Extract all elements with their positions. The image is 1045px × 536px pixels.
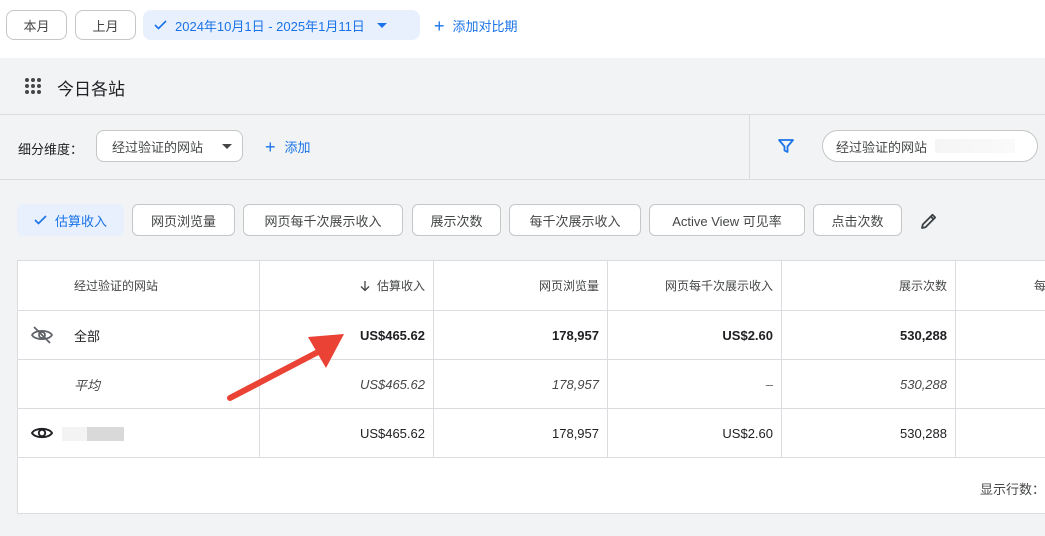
header-page-views[interactable]: 网页浏览量	[434, 261, 608, 310]
add-breakdown-button[interactable]: + 添加	[265, 137, 311, 156]
page-views-cell: 178,957	[434, 409, 608, 457]
page-views-cell: 178,957	[434, 360, 608, 408]
page-views-cell: 178,957	[434, 311, 608, 359]
date-range-label: 2024年10月1日 - 2025年1月11日	[175, 18, 365, 34]
metric-chip-impression-rpm[interactable]: 每千次展示收入	[509, 204, 641, 236]
card-header: 今日各站	[0, 58, 1045, 115]
metric-chips: 估算收入 网页浏览量 网页每千次展示收入 展示次数 每千次展示收入 Active…	[0, 180, 1045, 260]
header-estimated-revenue[interactable]: 估算收入	[260, 261, 434, 310]
impressions-cell: 530,288	[782, 360, 956, 408]
chevron-down-icon	[222, 144, 232, 149]
edit-pencil-icon[interactable]	[919, 211, 939, 231]
site-cell: 全部	[18, 311, 260, 359]
metric-chip-active-view[interactable]: Active View 可见率	[649, 204, 805, 236]
table-header-row: 经过验证的网站 估算收入 网页浏览量 网页每千次展示收入 展示次数 每	[18, 261, 1045, 311]
partial-cell	[956, 311, 1045, 359]
header-page-rpm[interactable]: 网页每千次展示收入	[608, 261, 782, 310]
header-label: 估算收入	[376, 279, 425, 293]
metric-chip-page-views[interactable]: 网页浏览量	[132, 204, 235, 236]
check-icon	[154, 18, 167, 33]
add-breakdown-label: 添加	[284, 140, 311, 155]
check-icon	[34, 213, 47, 228]
rows-per-page-label: 显示行数：	[979, 482, 1045, 497]
site-cell: 平均	[18, 360, 260, 408]
header-impressions[interactable]: 展示次数	[782, 261, 956, 310]
page-rpm-cell: US$2.60	[608, 311, 782, 359]
impressions-cell: 530,288	[782, 311, 956, 359]
plus-icon: +	[434, 15, 445, 36]
impressions-cell: 530,288	[782, 409, 956, 457]
card-title: 今日各站	[57, 80, 125, 99]
metric-chip-clicks[interactable]: 点击次数	[813, 204, 902, 236]
partial-cell	[956, 360, 1045, 408]
drag-grid-icon[interactable]	[25, 78, 41, 94]
site-cell	[18, 409, 260, 457]
table-row-site: US$465.62 178,957 US$2.60 530,288	[18, 409, 1045, 458]
metric-chip-label: 估算收入	[54, 213, 107, 229]
filter-value: 经过验证的网站	[836, 139, 928, 155]
revenue-cell: US$465.62	[260, 360, 434, 408]
divider	[749, 115, 750, 179]
breakdown-value: 经过验证的网站	[112, 139, 204, 155]
redacted-value	[935, 139, 1016, 153]
header-impression-rpm-partial[interactable]: 每	[956, 261, 1045, 310]
plus-icon: +	[265, 136, 276, 157]
filter-icon[interactable]	[777, 137, 795, 155]
metric-chip-impressions[interactable]: 展示次数	[412, 204, 501, 236]
header-site[interactable]: 经过验证的网站	[18, 261, 260, 310]
metric-chip-estimated-revenue[interactable]: 估算收入	[17, 204, 124, 236]
add-comparison-button[interactable]: + 添加对比期	[434, 16, 518, 35]
table-row-total: 全部 US$465.62 178,957 US$2.60 530,288	[18, 311, 1045, 360]
metric-chip-page-rpm[interactable]: 网页每千次展示收入	[243, 204, 403, 236]
this-month-button[interactable]: 本月	[6, 10, 67, 40]
breakdown-row: 细分维度： 经过验证的网站 + 添加 经过验证的网站	[0, 115, 1045, 180]
date-range-bar: 本月 上月 2024年10月1日 - 2025年1月11日 + 添加对比期	[0, 0, 1045, 59]
filter-chip[interactable]: 经过验证的网站	[822, 130, 1038, 162]
add-comparison-label: 添加对比期	[452, 19, 518, 34]
chevron-down-icon	[376, 22, 387, 28]
revenue-cell: US$465.62	[260, 409, 434, 457]
breakdown-label: 细分维度：	[18, 142, 84, 157]
table-row-average: 平均 US$465.62 178,957 – 530,288	[18, 360, 1045, 409]
page-rpm-cell: –	[608, 360, 782, 408]
breakdown-select[interactable]: 经过验证的网站	[96, 130, 243, 162]
revenue-cell: US$465.62	[260, 311, 434, 359]
page-rpm-cell: US$2.60	[608, 409, 782, 457]
report-table: 经过验证的网站 估算收入 网页浏览量 网页每千次展示收入 展示次数 每 全部 U…	[17, 260, 1045, 514]
last-month-button[interactable]: 上月	[75, 10, 136, 40]
partial-cell	[956, 409, 1045, 457]
sort-down-arrow-icon	[360, 280, 370, 291]
date-range-dropdown[interactable]: 2024年10月1日 - 2025年1月11日	[143, 10, 420, 40]
